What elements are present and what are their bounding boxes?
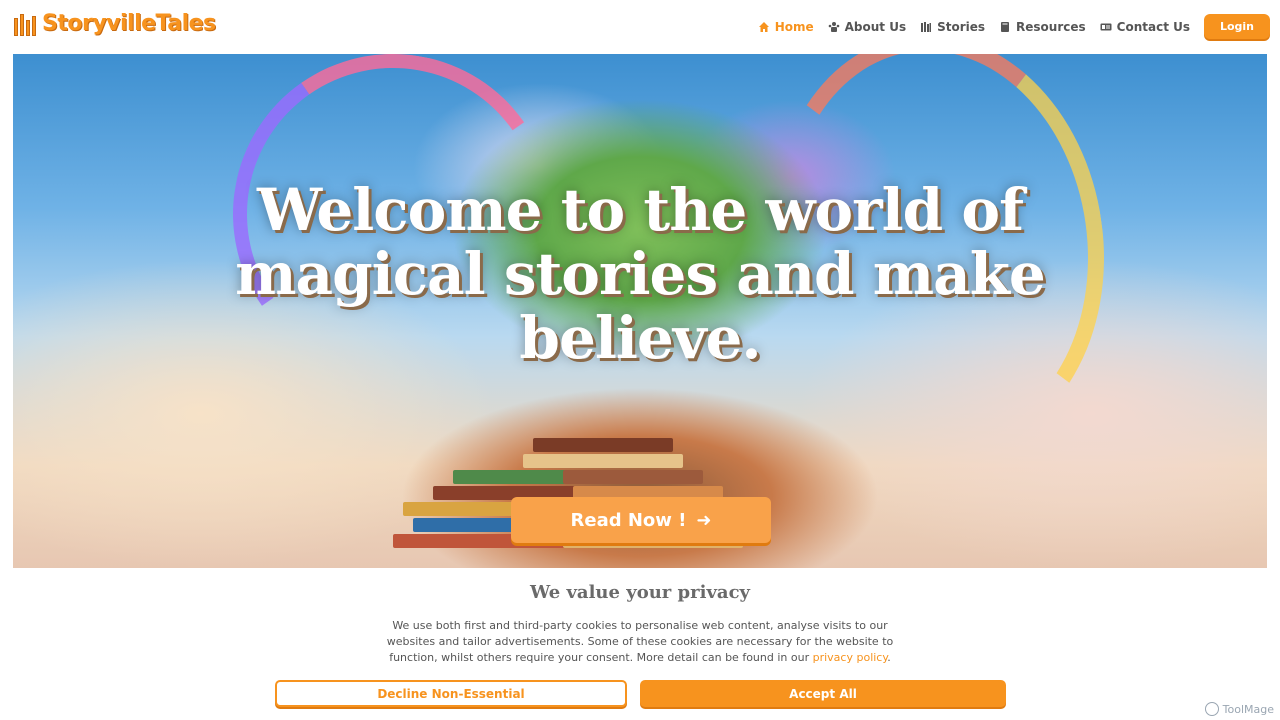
- privacy-text-line-3: function, whilst others require your con…: [380, 650, 900, 666]
- nav-label-about-us: About Us: [844, 19, 907, 34]
- hero-title: Welcome to the world of magical stories …: [13, 178, 1267, 370]
- main-nav: Home About Us Stories Resources Contact …: [744, 14, 1270, 39]
- hero-banner: Welcome to the world of magical stories …: [13, 54, 1267, 568]
- privacy-text-line-1: We use both first and third-party cookie…: [392, 619, 888, 632]
- privacy-description: We use both first and third-party cookie…: [380, 618, 900, 666]
- site-header: StoryvilleTales Home About Us Stories Re…: [0, 0, 1280, 54]
- nav-item-home[interactable]: Home: [758, 20, 814, 34]
- logo-text: StoryvilleTales: [42, 10, 216, 36]
- watermark-text: ToolMage: [1222, 702, 1274, 716]
- nav-label-home: Home: [774, 19, 814, 34]
- cookie-consent-banner: We value your privacy We use both first …: [0, 568, 1280, 720]
- privacy-title: We value your privacy: [530, 582, 750, 603]
- decline-non-essential-button[interactable]: Decline Non-Essential: [275, 680, 627, 707]
- nav-item-contact-us[interactable]: Contact Us: [1100, 20, 1190, 34]
- read-now-label: Read Now !: [570, 509, 687, 531]
- nav-label-contact-us: Contact Us: [1116, 19, 1190, 34]
- hero-title-line-1: Welcome to the world of: [256, 176, 1024, 244]
- book-icon: [1001, 21, 1010, 32]
- nav-item-stories[interactable]: Stories: [920, 20, 985, 34]
- login-button[interactable]: Login: [1204, 14, 1270, 39]
- accept-all-button[interactable]: Accept All: [640, 680, 1006, 707]
- bookshelf-logo-icon: [14, 10, 36, 36]
- id-card-icon: [1100, 23, 1112, 30]
- people-icon: [828, 21, 839, 32]
- privacy-text-line-2: websites and tailor advertisements. Some…: [386, 635, 894, 648]
- read-now-button[interactable]: Read Now ! ➜: [511, 497, 771, 543]
- arrow-right-icon: ➜: [696, 509, 712, 531]
- nav-item-resources[interactable]: Resources: [999, 20, 1086, 34]
- privacy-policy-link[interactable]: privacy policy: [813, 651, 888, 664]
- nav-item-about-us[interactable]: About Us: [828, 20, 906, 34]
- nav-label-stories: Stories: [937, 19, 986, 34]
- watermark: ToolMage: [1204, 702, 1274, 716]
- nav-label-resources: Resources: [1016, 19, 1086, 34]
- privacy-text-line-3-prefix: function, whilst others require your con…: [389, 651, 813, 664]
- hexagon-logo-icon: [1204, 702, 1219, 716]
- hero-title-line-2: magical stories and make: [235, 240, 1046, 308]
- site-logo[interactable]: StoryvilleTales: [14, 10, 216, 36]
- books-icon: [921, 21, 932, 32]
- home-icon: [758, 21, 769, 32]
- hero-title-line-3: believe.: [519, 304, 761, 372]
- privacy-text-suffix: .: [887, 651, 891, 664]
